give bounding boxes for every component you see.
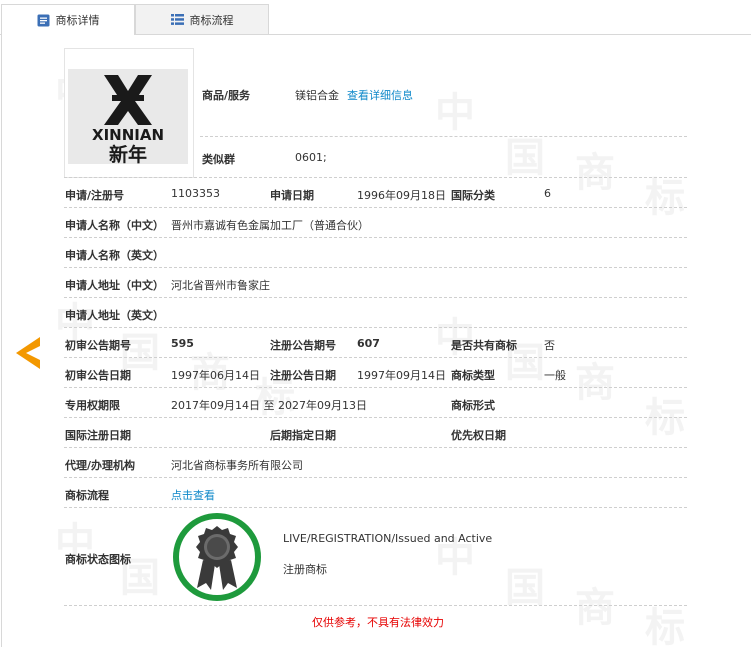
intl-class-value: 6 <box>544 187 551 200</box>
divider <box>64 327 687 328</box>
divider <box>64 357 687 358</box>
applicant-cn-value: 晋州市嘉诚有色金属加工厂（普通合伙） <box>171 219 369 232</box>
document-icon <box>37 14 49 26</box>
tm-type-label: 商标类型 <box>451 369 495 382</box>
trademark-logo: XINNIAN 新年 <box>68 69 188 166</box>
priority-date-label: 优先权日期 <box>451 429 506 442</box>
goods-services-label: 商品/服务 <box>202 89 251 102</box>
status-en: LIVE/REGISTRATION/Issued and Active <box>283 532 493 545</box>
divider <box>64 447 687 448</box>
later-date-label: 后期指定日期 <box>270 429 336 442</box>
divider <box>64 417 687 418</box>
prelim-issue-value: 595 <box>171 337 194 350</box>
applicant-cn-label: 申请人名称（中文） <box>65 219 164 232</box>
reg-no-value: 1103353 <box>171 187 220 200</box>
prelim-date-label: 初审公告日期 <box>65 369 131 382</box>
status-label: 商标状态图标 <box>65 553 131 566</box>
view-process-link[interactable]: 点击查看 <box>171 487 215 503</box>
similar-group-value: 0601; <box>295 151 327 164</box>
applicant-en-label: 申请人名称（英文） <box>65 249 164 262</box>
process-label: 商标流程 <box>65 489 109 502</box>
agent-value: 河北省商标事务所有限公司 <box>171 459 303 472</box>
reg-date-label: 注册公告日期 <box>270 369 336 382</box>
reg-date-value: 1997年09月14日 <box>357 369 446 382</box>
intl-reg-date-label: 国际注册日期 <box>65 429 131 442</box>
reg-issue-value: 607 <box>357 337 380 350</box>
prelim-issue-label: 初审公告期号 <box>65 339 131 352</box>
similar-group-label: 类似群 <box>202 153 235 166</box>
divider <box>64 267 687 268</box>
app-date-label: 申请日期 <box>270 189 314 202</box>
divider <box>64 477 687 478</box>
tab-bar: 商标详情 商标流程 <box>0 0 751 35</box>
trademark-image[interactable]: XINNIAN 新年 <box>64 48 194 178</box>
divider <box>64 207 687 208</box>
tab-trademark-process[interactable]: 商标流程 <box>135 4 269 34</box>
intl-class-label: 国际分类 <box>451 189 495 202</box>
divider <box>64 507 687 508</box>
registered-badge-icon <box>173 513 261 601</box>
address-cn-value: 河北省晋州市鲁家庄 <box>171 279 270 292</box>
tm-form-label: 商标形式 <box>451 399 495 412</box>
exclusive-term-value: 2017年09月14日 至 2027年09月13日 <box>171 399 367 412</box>
list-icon <box>170 14 184 25</box>
divider <box>200 136 687 137</box>
address-cn-label: 申请人地址（中文） <box>65 279 164 292</box>
logo-mark: XINNIAN 新年 <box>92 75 164 166</box>
view-details-link[interactable]: 查看详细信息 <box>347 87 413 103</box>
tab-label: 商标详情 <box>55 14 100 27</box>
divider <box>64 297 687 298</box>
divider <box>64 387 687 388</box>
agent-label: 代理/办理机构 <box>65 459 136 472</box>
divider <box>64 177 687 178</box>
divider <box>64 605 687 606</box>
prelim-date-value: 1997年06月14日 <box>171 369 260 382</box>
logo-text-cn: 新年 <box>109 143 147 164</box>
divider <box>64 237 687 238</box>
app-date-value: 1996年09月18日 <box>357 189 446 202</box>
logo-text-en: XINNIAN <box>92 126 164 144</box>
tab-trademark-details[interactable]: 商标详情 <box>1 4 135 35</box>
goods-services-value: 镁铝合金 <box>295 89 339 102</box>
shared-value: 否 <box>544 339 555 352</box>
reg-no-label: 申请/注册号 <box>65 189 125 202</box>
status-cn: 注册商标 <box>283 563 327 576</box>
disclaimer: 仅供参考，不具有法律效力 <box>312 616 444 629</box>
reg-issue-label: 注册公告期号 <box>270 339 336 352</box>
tm-type-value: 一般 <box>544 369 566 382</box>
exclusive-term-label: 专用权期限 <box>65 399 120 412</box>
shared-label: 是否共有商标 <box>451 339 517 352</box>
previous-arrow-icon[interactable] <box>14 335 42 371</box>
tab-label: 商标流程 <box>189 13 234 27</box>
address-en-label: 申请人地址（英文） <box>65 309 164 322</box>
